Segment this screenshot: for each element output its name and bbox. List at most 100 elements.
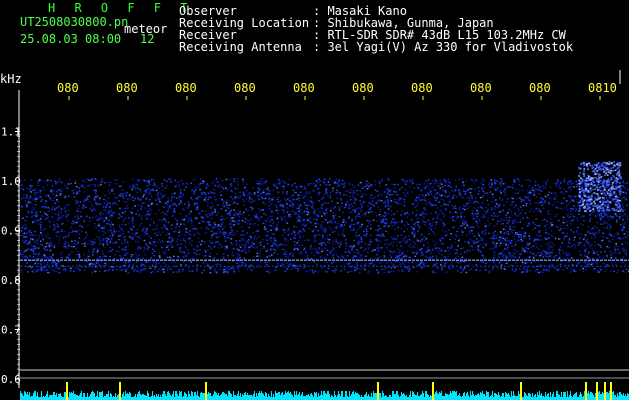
noise-speck <box>195 217 197 219</box>
noise-speck <box>169 242 171 244</box>
noise-speck <box>241 219 244 222</box>
noise-speck <box>41 269 44 271</box>
noise-speck <box>78 253 80 256</box>
noise-speck <box>160 192 162 195</box>
noise-speck <box>537 189 540 191</box>
noise-speck <box>230 183 232 185</box>
noise-speck <box>447 247 449 249</box>
noise-speck <box>134 268 136 270</box>
noise-speck <box>236 195 239 198</box>
noise-speck <box>504 239 507 242</box>
noise-speck <box>360 211 363 213</box>
noise-speck <box>356 189 359 192</box>
noise-speck <box>342 211 344 214</box>
noise-speck <box>468 230 470 233</box>
noise-speck <box>104 194 107 196</box>
noise-speck <box>361 257 364 259</box>
noise-speck <box>412 228 415 230</box>
noise-speck <box>235 197 237 199</box>
noise-speck <box>95 179 97 181</box>
noise-speck <box>216 226 219 228</box>
noise-speck <box>382 234 384 236</box>
noise-speck <box>44 269 46 271</box>
noise-speck <box>472 233 474 235</box>
noise-speck <box>539 230 541 232</box>
noise-speck <box>113 179 116 181</box>
noise-speck <box>340 270 343 272</box>
noise-speck <box>483 187 485 189</box>
noise-speck <box>578 184 581 186</box>
noise-speck <box>348 249 350 252</box>
noise-speck <box>351 205 353 207</box>
noise-speck <box>191 189 193 192</box>
noise-speck <box>118 200 120 202</box>
noise-speck <box>500 189 502 192</box>
noise-speck <box>355 231 357 234</box>
noise-speck <box>112 202 115 204</box>
noise-speck <box>139 237 141 240</box>
noise-speck <box>422 254 425 256</box>
noise-speck <box>213 246 216 248</box>
noise-speck <box>609 216 612 219</box>
noise-speck <box>396 194 399 196</box>
noise-speck <box>275 269 277 271</box>
noise-speck <box>21 227 24 229</box>
noise-speck <box>122 233 124 235</box>
noise-speck <box>437 207 439 209</box>
noise-speck <box>317 193 319 195</box>
noise-speck <box>522 199 525 201</box>
noise-speck <box>492 256 495 259</box>
noise-speck <box>166 269 169 271</box>
noise-speck <box>535 202 537 204</box>
noise-speck <box>616 269 619 272</box>
noise-speck <box>237 184 239 186</box>
noise-speck <box>36 242 39 244</box>
noise-speck <box>239 250 242 252</box>
noise-speck <box>434 204 437 207</box>
noise-speck <box>432 270 434 273</box>
noise-speck <box>312 272 315 274</box>
noise-speck <box>434 263 437 265</box>
noise-speck <box>142 196 144 198</box>
noise-speck <box>500 185 502 187</box>
noise-speck <box>131 217 134 220</box>
noise-speck <box>373 212 376 214</box>
noise-speck <box>488 183 491 185</box>
noise-speck <box>40 221 42 224</box>
noise-speck <box>528 238 531 240</box>
noise-speck <box>465 205 467 207</box>
noise-speck <box>460 253 462 255</box>
noise-speck <box>246 268 248 270</box>
noise-speck <box>245 251 247 254</box>
noise-speck <box>296 198 298 200</box>
noise-speck <box>356 262 358 264</box>
noise-speck <box>519 218 522 221</box>
noise-speck <box>458 207 460 210</box>
noise-speck <box>215 232 218 234</box>
noise-speck <box>429 224 432 226</box>
noise-speck <box>617 237 619 239</box>
noise-speck <box>444 180 446 182</box>
noise-speck <box>276 198 279 201</box>
noise-speck <box>319 211 321 213</box>
noise-speck <box>379 262 381 264</box>
noise-speck <box>265 214 267 216</box>
noise-speck <box>343 184 345 186</box>
noise-speck <box>482 246 484 248</box>
noise-speck <box>105 237 108 239</box>
noise-speck <box>184 245 187 247</box>
noise-speck <box>379 235 382 237</box>
noise-speck <box>533 190 536 193</box>
noise-speck <box>204 240 206 243</box>
noise-speck <box>575 180 577 183</box>
noise-speck <box>263 245 265 248</box>
noise-speck <box>50 243 53 245</box>
noise-speck <box>274 204 277 206</box>
noise-speck <box>417 240 420 242</box>
noise-speck <box>461 178 463 180</box>
noise-speck <box>465 258 467 260</box>
noise-speck <box>364 263 367 265</box>
noise-speck <box>389 250 392 253</box>
noise-speck <box>519 235 522 237</box>
noise-speck <box>289 204 291 206</box>
